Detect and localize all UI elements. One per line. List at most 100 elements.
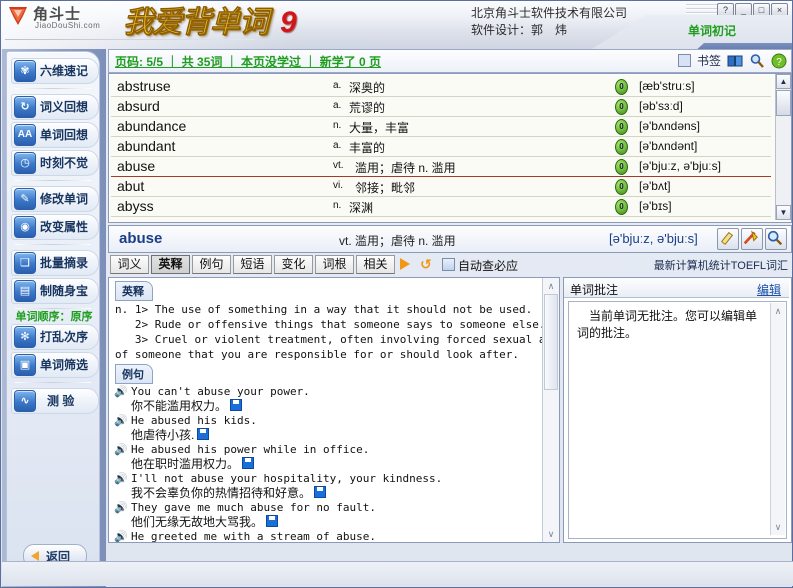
status-badge[interactable]: 0 [615, 119, 628, 135]
sidebar-item-danci-huixiang[interactable]: AA 单词回想 [11, 122, 99, 148]
sidebar-item-gaibian-shuxing[interactable]: ◉ 改变属性 [11, 214, 99, 240]
mode-tab[interactable]: 单词初记 [592, 15, 792, 49]
tab-短语[interactable]: 短语 [233, 255, 272, 274]
letters-icon: AA [14, 124, 36, 146]
scroll-thumb[interactable] [544, 294, 558, 390]
annotation-body-box[interactable]: 当前单词无批注。您可以编辑单词的批注。 ∧ ∨ [568, 301, 787, 539]
tab-词根[interactable]: 词根 [315, 255, 354, 274]
sidebar-item-label: 单词回想 [40, 128, 89, 142]
sidebar-item-label: 修改单词 [40, 192, 89, 206]
batch-icon: ❏ [14, 252, 36, 274]
save-icon[interactable] [230, 399, 243, 411]
bookmark-checkbox[interactable] [677, 54, 691, 67]
scroll-up-arrow-icon[interactable]: ∧ [771, 304, 785, 318]
search-icon[interactable] [749, 53, 765, 69]
sidebar-item-shike-bujue[interactable]: ◷ 时刻不觉 [11, 150, 99, 176]
annotation-edit-link[interactable]: 编辑 [757, 281, 781, 298]
play-icon[interactable] [400, 258, 410, 270]
sidebar-item-ceyan[interactable]: ∿ 测 验 [11, 388, 99, 414]
lookup-button[interactable] [765, 228, 787, 250]
status-badge[interactable]: 0 [615, 99, 628, 115]
auto-lookup-checkbox[interactable] [442, 258, 455, 271]
designer-name: 软件设计：郭 炜 [471, 23, 568, 37]
sidebar-panel: ✾ 六维速记 ↻ 词义回想 AA 单词回想 ◷ 时刻不觉 ✎ 修改单词 ◉ 改变… [6, 51, 100, 583]
sidebar-item-zhi-suishenbao[interactable]: ▤ 制随身宝 [11, 278, 99, 304]
save-icon[interactable] [314, 486, 327, 498]
sidebar-item-piliang-zhailu[interactable]: ❏ 批量摘录 [11, 250, 99, 276]
status-badge[interactable]: 0 [615, 159, 628, 175]
sidebar-divider [15, 382, 91, 383]
status-badge[interactable]: 0 [615, 199, 628, 215]
sidebar-item-xiugai-danci[interactable]: ✎ 修改单词 [11, 186, 99, 212]
save-icon[interactable] [197, 428, 210, 440]
example-sentence-en: 🔊 He greeted me with a stream of abuse. [109, 530, 559, 542]
dictionary-icon[interactable] [727, 53, 743, 69]
example-text-cn: 他虐待小孩. [131, 428, 195, 442]
scroll-thumb[interactable] [776, 90, 791, 116]
speaker-icon[interactable]: 🔊 [114, 386, 128, 397]
save-icon[interactable] [266, 515, 279, 527]
speaker-icon[interactable]: 🔊 [114, 415, 128, 426]
save-icon[interactable] [242, 457, 255, 469]
part-of-speech: a. [333, 80, 342, 91]
tab-相关[interactable]: 相关 [356, 255, 395, 274]
scroll-up-arrow-icon[interactable]: ▲ [776, 74, 791, 89]
example-text-cn: 我不会辜负你的热情招待和好意。 [131, 486, 312, 500]
sidebar-item-label: 制随身宝 [40, 284, 89, 298]
sidebar-item-liuwei-suji[interactable]: ✾ 六维速记 [11, 58, 99, 84]
scroll-down-arrow-icon[interactable]: ▼ [776, 205, 791, 220]
pencil-icon: ✎ [14, 188, 36, 210]
memory-aid-button[interactable] [741, 228, 763, 250]
table-row[interactable]: abstruse a. 深奥的 0 [æb'struːs] [111, 76, 771, 97]
status-badge[interactable]: 0 [615, 179, 628, 195]
status-badge[interactable]: 0 [615, 79, 628, 95]
example-sentence-en: 🔊 They gave me much abuse for no fault. [109, 501, 559, 515]
tab-英释[interactable]: 英释 [151, 255, 190, 274]
word-meaning: 邻接；毗邻 [355, 181, 416, 195]
current-word-bar: abuse vt. 滥用；虐待 n. 滥用 [ə'bjuːz, ə'bjuːs] [108, 225, 792, 253]
tab-词义[interactable]: 词义 [110, 255, 149, 274]
svg-text:?: ? [776, 57, 782, 68]
loop-icon[interactable]: ↺ [420, 257, 435, 272]
sidebar-divider [15, 244, 91, 245]
scroll-down-arrow-icon[interactable]: ∨ [771, 520, 785, 534]
tab-变化[interactable]: 变化 [274, 255, 313, 274]
sidebar-item-danci-shaixuan[interactable]: ▣ 单词筛选 [11, 352, 99, 378]
word-list[interactable]: ▲ ▼ abstruse a. 深奥的 0 [æb'struːs] absurd a. 荒谬的… [108, 73, 792, 223]
table-row[interactable]: abyss n. 深渊 0 [ə'bɪs] [111, 196, 771, 217]
part-of-speech: n. [333, 200, 342, 211]
title-bar: 角斗士 JiaoDouShi.com 我爱背单词 9 北京角斗士软件技术有限公司… [1, 1, 792, 49]
current-word-actions [717, 228, 787, 250]
sidebar-divider [15, 88, 91, 89]
word-list-scrollbar[interactable]: ▲ ▼ [775, 74, 791, 220]
example-sentence-en: 🔊 I'll not abuse your hospitality, your k… [109, 472, 559, 486]
tab-例句[interactable]: 例句 [192, 255, 231, 274]
word-text: abuse [117, 158, 156, 174]
definition-pane[interactable]: ∧ ∨ 英释 n. 1> The use of something in a w… [108, 277, 560, 543]
sidebar-item-ciyi-huixiang[interactable]: ↻ 词义回想 [11, 94, 99, 120]
page-info-link[interactable]: 页码: 5/5 ｜ 共 35词 ｜ 本页没学过 ｜ 新学了 0 页 [115, 53, 381, 70]
app-logo: 角斗士 JiaoDouShi.com [5, 3, 255, 40]
speaker-icon[interactable]: 🔊 [114, 444, 128, 455]
sidebar-item-daluan-cixu[interactable]: ✻ 打乱次序 [11, 324, 99, 350]
part-of-speech: a. [333, 140, 342, 151]
example-text-en: He abused his power while in office. [131, 443, 370, 456]
annotation-scrollbar[interactable]: ∧ ∨ [770, 303, 785, 535]
definition-line: of someone that you are responsible for … [115, 348, 519, 361]
speaker-icon[interactable]: 🔊 [114, 502, 128, 513]
table-row[interactable]: abundant a. 丰富的 0 [ə'bʌndənt] [111, 136, 771, 157]
speaker-icon[interactable]: 🔊 [114, 531, 128, 542]
help-icon[interactable]: ? [771, 53, 787, 69]
speaker-icon[interactable]: 🔊 [114, 473, 128, 484]
sidebar-item-label: 词义回想 [40, 100, 89, 114]
current-word-phonetic: [ə'bjuːz, ə'bjuːs] [609, 231, 698, 246]
table-row[interactable]: abundance n. 大量，丰富 0 [ə'bʌndəns] [111, 116, 771, 137]
auto-lookup-label: 自动查必应 [458, 259, 519, 273]
table-row[interactable]: absurd a. 荒谬的 0 [əb'sɜːd] [111, 96, 771, 117]
table-row[interactable]: abut vi. 邻接；毗邻 0 [ə'bʌt] [111, 176, 771, 197]
examples-section-title: 例句 [115, 364, 153, 384]
edit-word-button[interactable] [717, 228, 739, 250]
status-badge[interactable]: 0 [615, 139, 628, 155]
scroll-up-arrow-icon[interactable]: ∧ [544, 279, 558, 293]
table-row[interactable]: abuse vt. 滥用；虐待 n. 滥用 0 [ə'bjuːz, ə'bjuːs] [111, 156, 771, 177]
